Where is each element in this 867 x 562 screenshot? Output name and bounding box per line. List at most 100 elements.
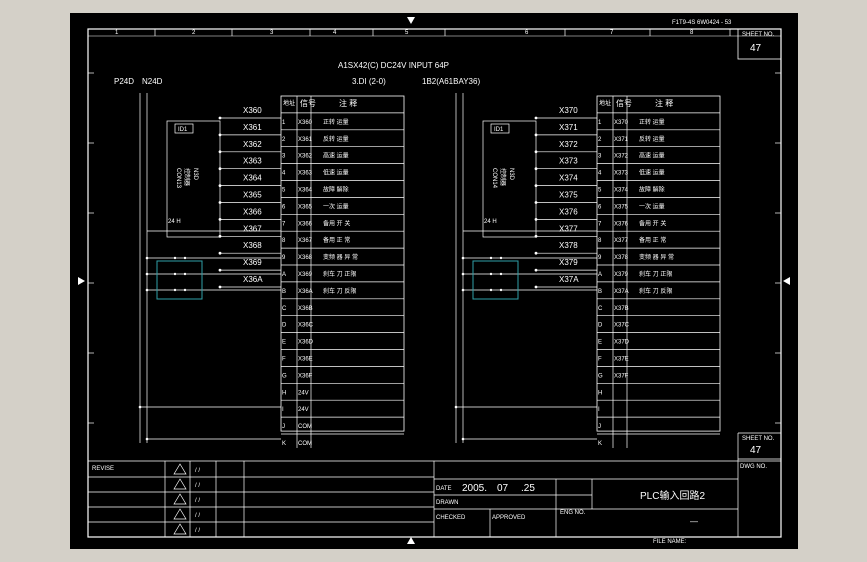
table-header: 信号 (616, 98, 632, 108)
pin-number: F (598, 357, 602, 363)
junction-dot (461, 256, 465, 260)
junction-dot (145, 288, 149, 292)
junction-dot (461, 288, 465, 292)
revision-triangle-icon (173, 463, 187, 475)
row-address: X367 (298, 238, 313, 244)
address-label: X379 (559, 258, 578, 267)
address-label: X364 (243, 174, 262, 183)
pin-number: 4 (282, 171, 286, 177)
row-note: 刹车 刀 反限 (323, 287, 356, 295)
row-note: 一次 运量 (639, 202, 665, 210)
row-note: 反转 运量 (639, 135, 665, 143)
approved-label: APPROVED (492, 515, 526, 521)
address-label: X368 (243, 241, 262, 250)
terminal-label: 24 H (168, 219, 181, 225)
revision-triangle-icon (173, 478, 187, 490)
row-address: X373 (614, 171, 629, 177)
row-note: 刹车 刀 正限 (639, 270, 672, 278)
terminal-dot (534, 150, 538, 154)
row-note: 备用 正 常 (323, 236, 350, 244)
column-number: 3 (270, 30, 274, 36)
dash-mark: — (690, 517, 698, 526)
contact-dot (489, 256, 493, 260)
row-note: 故障 解除 (639, 186, 665, 194)
pin-number: D (598, 323, 603, 329)
contact-dot (499, 272, 503, 276)
contact-dot (173, 288, 177, 292)
terminal-dot (218, 116, 222, 120)
column-number: 7 (610, 30, 614, 36)
terminal-dot (218, 285, 222, 289)
contact-dot (183, 256, 187, 260)
pin-number: 9 (598, 255, 602, 261)
row-address: X370 (614, 120, 629, 126)
row-address: X372 (614, 154, 629, 160)
row-address: X37E (614, 357, 629, 363)
top-right-code: F1T9-4S 6W0424 - 53 (672, 20, 732, 26)
address-label: X363 (243, 157, 262, 166)
address-label: X376 (559, 207, 578, 216)
top-center-mark (407, 17, 415, 24)
address-label: X377 (559, 224, 578, 233)
pin-number: K (598, 441, 602, 447)
row-note: 备用 开 关 (639, 219, 666, 227)
terminal-dot (534, 251, 538, 255)
column-number: 1 (115, 30, 119, 36)
schematic-drawing: 1 2 3 4 5 6 7 8 F1T9-4S 6W0424 - 53 SHEET NO. 4… (78, 17, 790, 545)
pin-number: 9 (282, 255, 286, 261)
io-table (596, 95, 721, 432)
drawing-sheet: 1 2 3 4 5 6 7 8 F1T9-4S 6W0424 - 53 SHEET NO. 4… (70, 13, 798, 549)
address-label: X365 (243, 191, 262, 200)
terminal-dot (534, 234, 538, 238)
row-address: X362 (298, 154, 313, 160)
table-header: 注 释 (339, 98, 357, 108)
pin-number: 8 (282, 238, 286, 244)
row-address: X363 (298, 171, 313, 177)
controller-label: 控制器 (499, 168, 507, 186)
bottom-center-mark (407, 537, 415, 544)
contact-dot (183, 288, 187, 292)
contact-dot (173, 272, 177, 276)
page-number-2: 47 (750, 445, 762, 456)
terminal-dot (218, 234, 222, 238)
row-note: 高速 运量 (323, 152, 349, 160)
revise-label: REVISE (92, 466, 114, 472)
pin-number: 6 (598, 204, 602, 210)
pin-number: 1 (282, 120, 286, 126)
terminal-dot (218, 268, 222, 272)
pin-number: G (598, 373, 603, 379)
contact-dot (499, 256, 503, 260)
contact-dot (489, 288, 493, 292)
n24-label: N24D (142, 77, 163, 86)
page-number: 47 (750, 43, 762, 54)
pin-number: C (598, 306, 603, 312)
terminal-dot (534, 201, 538, 204)
row-address: X36A (298, 289, 313, 295)
row-address: X376 (614, 221, 629, 227)
connector-label: CON13 (175, 168, 181, 189)
junction-dot (461, 272, 465, 276)
row-note: 一次 运量 (323, 202, 349, 210)
junction-dot (145, 272, 149, 276)
row-address: X365 (298, 204, 313, 210)
pin-number: J (598, 424, 601, 430)
row-address: X37D (614, 340, 630, 346)
slash-mark: / / (195, 528, 200, 534)
junction-dot (461, 437, 465, 441)
addr-left: 3.DI (2-0) (352, 77, 386, 86)
check-label: CHECKED (436, 515, 466, 521)
right-center-mark (783, 277, 790, 285)
pin-number: 2 (598, 137, 602, 143)
row-address: X377 (614, 238, 629, 244)
column-number: 8 (690, 30, 694, 36)
row-address: COM (298, 424, 312, 430)
address-label: X375 (559, 191, 578, 200)
row-address: X36C (298, 323, 314, 329)
terminal-dot (534, 167, 538, 171)
eng-label: ENG NO. (560, 510, 586, 516)
terminal-dot (218, 251, 222, 255)
p24-label: P24D (114, 77, 134, 86)
contact-dot (183, 272, 187, 276)
pin-number: 7 (282, 221, 286, 227)
row-note: 备用 正 常 (639, 236, 666, 244)
